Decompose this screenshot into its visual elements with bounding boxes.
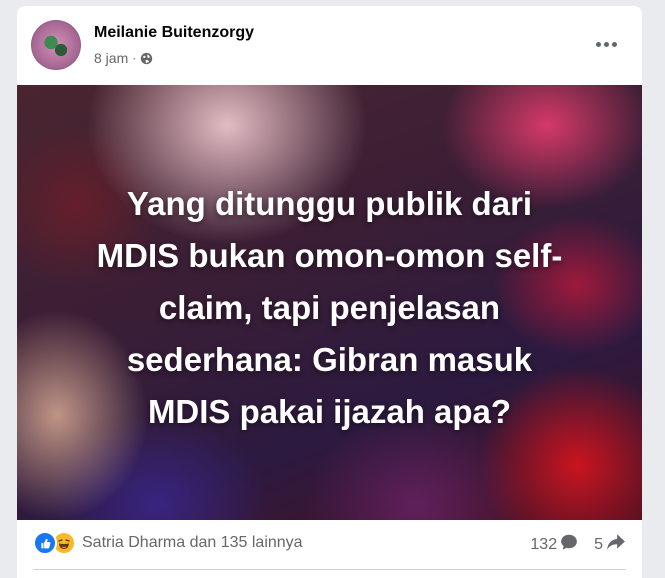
like-reaction-icon bbox=[33, 531, 57, 555]
engagement-counts: 132 5 bbox=[530, 533, 626, 556]
author-name[interactable]: Meilanie Buitenzorgy bbox=[94, 24, 254, 42]
more-options-icon[interactable] bbox=[588, 34, 624, 54]
post-card: Meilanie Buitenzorgy 8 jam · Yang ditung… bbox=[17, 6, 642, 578]
reactions-summary[interactable]: Satria Dharma dan 135 lainnya bbox=[33, 531, 303, 555]
image-text-line: MDIS bukan omon-omon self- bbox=[96, 237, 563, 274]
shares-count-value: 5 bbox=[594, 535, 603, 553]
globe-icon[interactable] bbox=[140, 52, 153, 65]
share-icon bbox=[606, 533, 626, 556]
post-image[interactable]: Yang ditunggu publik dari MDIS bukan omo… bbox=[17, 85, 642, 520]
image-text-line: claim, tapi penjelasan bbox=[158, 289, 501, 326]
post-footer: Satria Dharma dan 135 lainnya 132 5 bbox=[17, 520, 642, 570]
post-header: Meilanie Buitenzorgy 8 jam · bbox=[17, 6, 642, 85]
image-text-line: Yang ditunggu publik dari bbox=[126, 185, 533, 222]
post-time[interactable]: 8 jam bbox=[94, 50, 128, 66]
post-meta: 8 jam · bbox=[94, 50, 153, 66]
meta-separator: · bbox=[132, 51, 137, 65]
comment-icon bbox=[560, 533, 578, 556]
image-text-line: sederhana: Gibran masuk bbox=[126, 341, 533, 378]
shares-count[interactable]: 5 bbox=[594, 533, 626, 556]
image-text: Yang ditunggu publik dari MDIS bukan omo… bbox=[17, 178, 642, 438]
image-text-line: MDIS pakai ijazah apa? bbox=[147, 393, 512, 430]
reactions-text[interactable]: Satria Dharma dan 135 lainnya bbox=[82, 534, 303, 552]
comments-count[interactable]: 132 bbox=[530, 533, 578, 556]
comments-count-value: 132 bbox=[530, 535, 558, 553]
footer-divider bbox=[33, 569, 626, 570]
author-avatar[interactable] bbox=[31, 20, 81, 70]
